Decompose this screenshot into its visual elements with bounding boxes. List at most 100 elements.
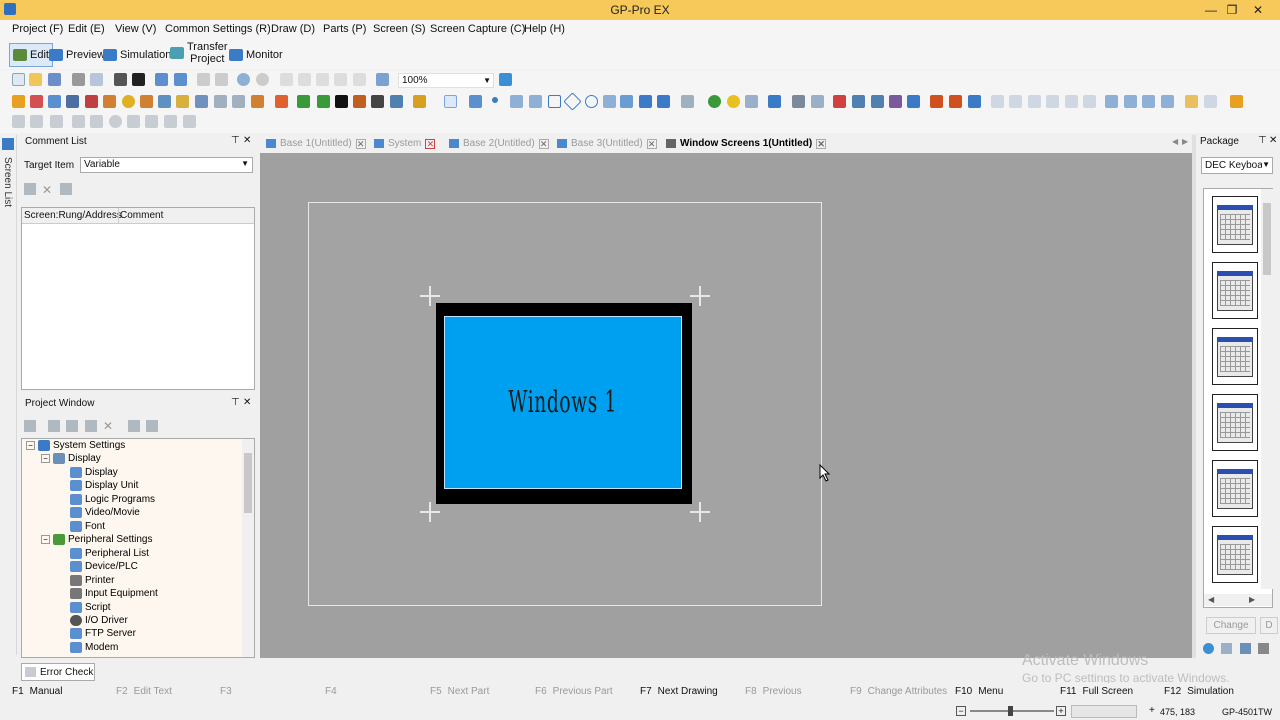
screen-open-icon[interactable] (174, 73, 187, 86)
zoom-in-icon[interactable]: + (1056, 706, 1066, 716)
scroll-right-icon[interactable]: ▶ (1249, 595, 1255, 604)
save-icon[interactable] (48, 73, 61, 86)
simulation-button[interactable]: Simulation (103, 43, 171, 67)
tab-scroll-right-icon[interactable]: ▶ (1182, 137, 1188, 146)
change-button[interactable]: Change (1206, 617, 1256, 634)
monitor-button[interactable]: Monitor (229, 43, 283, 67)
close-tab-icon[interactable]: ✕ (355, 138, 366, 149)
keypad-icon[interactable] (792, 95, 805, 108)
arc-icon[interactable] (603, 95, 616, 108)
layout-icon[interactable] (30, 115, 43, 128)
scroll-left-icon[interactable]: ◀ (1208, 595, 1214, 604)
copy-icon[interactable] (298, 73, 311, 86)
text-tool-icon[interactable] (335, 95, 348, 108)
tree-node-display[interactable]: Display (70, 467, 118, 478)
cut-screen-icon[interactable] (114, 73, 127, 86)
align-icon[interactable] (1124, 95, 1137, 108)
package-thumbnail[interactable] (1212, 328, 1258, 385)
layout-icon[interactable] (183, 115, 196, 128)
edit-mode-button[interactable]: Edit (9, 43, 53, 67)
open-icon[interactable] (29, 73, 42, 86)
key-icon[interactable] (103, 95, 116, 108)
preview-button[interactable]: Preview (49, 43, 105, 67)
script-icon[interactable] (251, 95, 264, 108)
scatter-icon[interactable] (871, 95, 884, 108)
window-object[interactable]: Windows 1 (436, 303, 692, 504)
package-select[interactable]: DEC Keyboar ▼ (1201, 157, 1273, 174)
zoom-out-icon[interactable]: − (956, 706, 966, 716)
d-button[interactable]: D (1260, 617, 1278, 634)
cut-icon[interactable] (280, 73, 293, 86)
package-hscroll[interactable]: ◀ ▶ (1204, 594, 1272, 606)
menu-project[interactable]: Project (F) (12, 23, 63, 35)
tab-system[interactable]: System ✕ (374, 136, 436, 151)
edit-package-icon[interactable] (1221, 643, 1232, 654)
alarm-icon[interactable] (85, 95, 98, 108)
tab-base-1[interactable]: Base 1(Untitled) ✕ (266, 136, 366, 151)
pin-icon[interactable]: ⊤ (1258, 135, 1267, 146)
message-icon[interactable] (176, 95, 189, 108)
project-tool-icon[interactable] (85, 420, 97, 432)
fkey-f3[interactable]: F3 (220, 686, 238, 697)
scale-icon[interactable] (620, 95, 633, 108)
tree-scrollbar[interactable] (242, 439, 254, 657)
window-display-icon[interactable] (768, 95, 781, 108)
screen-list-strip[interactable]: Screen List (0, 135, 17, 655)
alarm-banner-icon[interactable] (930, 95, 943, 108)
package-thumbnail[interactable] (1212, 196, 1258, 253)
close-tab-icon[interactable]: ✕ (646, 138, 657, 149)
zoom-slider[interactable] (970, 706, 1054, 716)
close-tab-icon[interactable]: ✕ (538, 138, 549, 149)
menu-common-settings[interactable]: Common Settings (R) (165, 23, 271, 35)
meter-icon[interactable] (889, 95, 902, 108)
project-tool-icon[interactable] (146, 420, 158, 432)
fkey-f9[interactable]: F9 Change Attributes (850, 686, 947, 697)
tree-node-printer[interactable]: Printer (70, 575, 114, 586)
recipe-icon[interactable] (214, 95, 227, 108)
tree-node-script[interactable]: Script (70, 602, 111, 613)
grid-table-icon[interactable] (681, 95, 694, 108)
tab-window-screens-1[interactable]: Window Screens 1(Untitled) ✕ (666, 136, 827, 151)
fkey-f6[interactable]: F6 Previous Part (535, 686, 613, 697)
fkey-f5[interactable]: F5 Next Part (430, 686, 489, 697)
transfer-project-button[interactable]: Transfer Project (170, 41, 228, 65)
duplicate-icon[interactable] (334, 73, 347, 86)
movie-icon[interactable] (275, 95, 288, 108)
selection-handle[interactable] (690, 502, 710, 522)
project-tool-icon[interactable] (66, 420, 78, 432)
fkey-f8[interactable]: F8 Previous (745, 686, 802, 697)
project-tool-icon[interactable] (48, 420, 60, 432)
check-icon[interactable] (376, 73, 389, 86)
arrow-icon[interactable] (907, 95, 920, 108)
fkey-f4[interactable]: F4 (325, 686, 343, 697)
column-header-address[interactable]: Screen:Rung/Address (24, 210, 122, 221)
new-icon[interactable] (12, 73, 25, 86)
delete-comment-icon[interactable]: ✕ (42, 183, 54, 197)
tab-scroll-left-icon[interactable]: ◀ (1172, 137, 1178, 146)
maximize-button[interactable]: ❐ (1221, 2, 1243, 18)
rectangle-icon[interactable] (548, 95, 561, 108)
package-thumbnail[interactable] (1212, 460, 1258, 517)
image-icon[interactable] (657, 95, 670, 108)
minimize-button[interactable]: — (1200, 2, 1222, 18)
find-icon[interactable] (90, 73, 103, 86)
pin-icon[interactable]: ⊤ (231, 135, 240, 146)
fill-icon[interactable] (639, 95, 652, 108)
globe-icon[interactable] (1203, 643, 1214, 654)
tree-node-peripheral-settings[interactable]: − Peripheral Settings (41, 534, 153, 545)
layout-icon[interactable] (127, 115, 140, 128)
tree-node-system-settings[interactable]: − System Settings (26, 440, 125, 451)
menu-screen-capture[interactable]: Screen Capture (C) (430, 23, 525, 35)
fkey-f10[interactable]: F10 Menu (955, 686, 1003, 697)
video-icon[interactable] (390, 95, 403, 108)
hand-icon[interactable] (1185, 95, 1198, 108)
close-icon[interactable]: ✕ (243, 397, 251, 408)
close-icon[interactable]: ✕ (243, 135, 251, 146)
circle-icon[interactable] (585, 95, 598, 108)
delete-icon[interactable] (353, 73, 366, 86)
error-check-tab[interactable]: Error Check (21, 663, 95, 681)
delete-icon[interactable]: ✕ (103, 419, 113, 433)
memo-icon[interactable] (317, 95, 330, 108)
layout-icon[interactable] (72, 115, 85, 128)
bulb-icon[interactable] (122, 95, 135, 108)
